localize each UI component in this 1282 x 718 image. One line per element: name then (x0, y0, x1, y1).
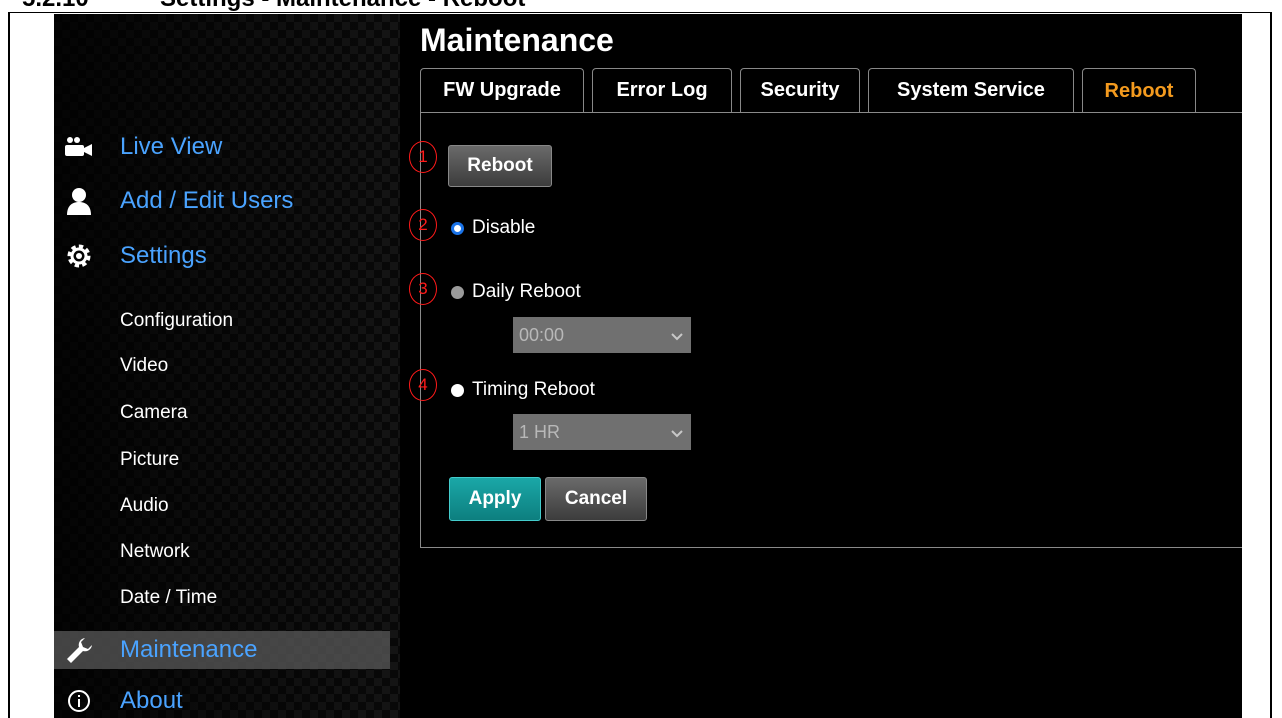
tab-error-log[interactable]: Error Log (592, 68, 732, 112)
sidebar-sub-audio[interactable]: Audio (120, 495, 169, 517)
sidebar-item-maintenance[interactable]: Maintenance (54, 631, 390, 669)
wrench-icon (64, 635, 94, 665)
video-camera-icon (64, 132, 94, 162)
sidebar-item-label: Settings (120, 242, 207, 269)
sidebar-sub-network[interactable]: Network (120, 541, 190, 563)
tab-fw-upgrade[interactable]: FW Upgrade (420, 68, 584, 112)
tab-reboot[interactable]: Reboot (1082, 68, 1196, 113)
daily-time-select[interactable]: 00:00 (513, 317, 691, 353)
radio-label: Daily Reboot (472, 281, 581, 302)
sidebar-item-add-edit-users[interactable]: Add / Edit Users (54, 182, 390, 220)
reboot-button[interactable]: Reboot (448, 145, 552, 187)
sidebar-item-live-view[interactable]: Live View (54, 128, 390, 166)
sidebar-item-label: Add / Edit Users (120, 187, 294, 214)
sidebar-sub-configuration[interactable]: Configuration (120, 310, 233, 332)
chevron-down-icon (671, 422, 683, 443)
callout-1: 1 (409, 141, 437, 173)
radio-label: Timing Reboot (472, 379, 595, 400)
radio-disable[interactable]: Disable (451, 217, 535, 239)
info-icon (64, 686, 94, 716)
cancel-button[interactable]: Cancel (545, 477, 647, 521)
radio-timing-reboot[interactable]: Timing Reboot (451, 379, 595, 401)
select-value: 00:00 (519, 324, 565, 345)
sidebar-item-label: Live View (120, 133, 223, 160)
sidebar-sub-video[interactable]: Video (120, 355, 168, 377)
radio-unselected-icon (451, 285, 464, 299)
callout-3: 3 (409, 273, 437, 305)
select-value: 1 HR (519, 421, 561, 442)
app-window: Live View Add / Edit Users Settings Conf… (54, 14, 1242, 718)
radio-label: Disable (472, 217, 536, 238)
radio-daily-reboot[interactable]: Daily Reboot (451, 281, 581, 303)
user-icon (64, 186, 94, 216)
gear-icon (64, 241, 94, 271)
reboot-panel: 1 Reboot 2 Disable 3 Daily Reboot 00:00 … (409, 112, 1242, 548)
page-title: Maintenance (420, 22, 614, 58)
section-number: 5.2.10 (22, 0, 89, 12)
chevron-down-icon (671, 325, 683, 346)
tab-system-service[interactable]: System Service (868, 68, 1074, 112)
document-heading: 5.2.10 Settings - Maintenance - Reboot (0, 0, 1282, 12)
sidebar-sub-camera[interactable]: Camera (120, 402, 188, 424)
timing-interval-select[interactable]: 1 HR (513, 414, 691, 450)
callout-2: 2 (409, 209, 437, 241)
tab-security[interactable]: Security (740, 68, 860, 112)
callout-4: 4 (409, 369, 437, 401)
radio-unselected-icon (451, 383, 464, 397)
sidebar-item-about[interactable]: About (54, 682, 390, 718)
tab-bar: FW Upgrade Error Log Security System Ser… (420, 68, 1204, 113)
sidebar-item-settings[interactable]: Settings (54, 237, 390, 275)
sidebar-item-label: About (120, 687, 183, 714)
sidebar: Live View Add / Edit Users Settings Conf… (54, 14, 400, 718)
sidebar-sub-date-time[interactable]: Date / Time (120, 587, 217, 609)
sidebar-item-label: Maintenance (120, 636, 258, 663)
apply-button[interactable]: Apply (449, 477, 541, 521)
sidebar-sub-picture[interactable]: Picture (120, 449, 179, 471)
section-heading: Settings - Maintenance - Reboot (160, 0, 525, 12)
radio-selected-icon (451, 221, 464, 235)
